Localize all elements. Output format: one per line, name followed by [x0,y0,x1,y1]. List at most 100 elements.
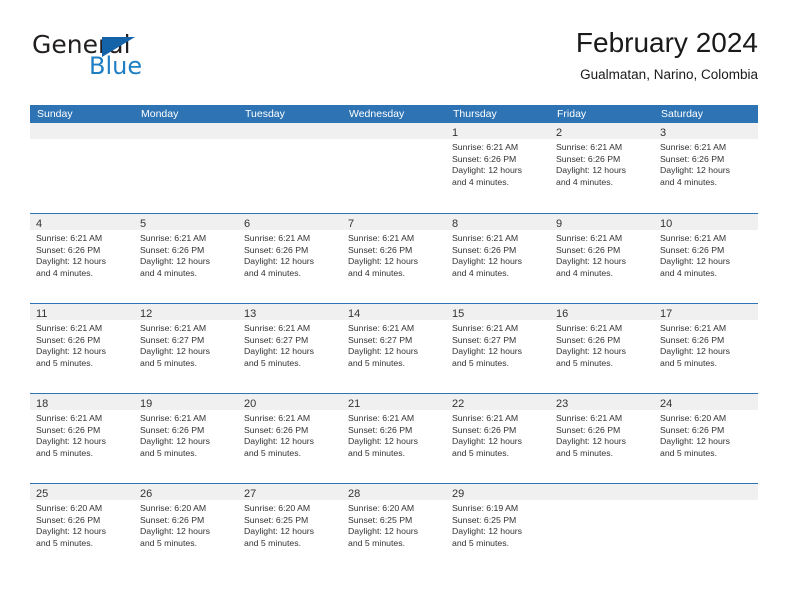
day-cell[interactable]: 4 Sunrise: 6:21 AM Sunset: 6:26 PM Dayli… [30,214,134,303]
day-info: Sunrise: 6:21 AM Sunset: 6:26 PM Dayligh… [30,320,134,369]
day-cell[interactable]: 14 Sunrise: 6:21 AM Sunset: 6:27 PM Dayl… [342,304,446,393]
day-cell[interactable]: 11 Sunrise: 6:21 AM Sunset: 6:26 PM Dayl… [30,304,134,393]
day-cell[interactable] [134,123,238,213]
day-cell[interactable]: 9 Sunrise: 6:21 AM Sunset: 6:26 PM Dayli… [550,214,654,303]
sunrise-text: Sunrise: 6:21 AM [140,323,207,333]
day-cell[interactable]: 10 Sunrise: 6:21 AM Sunset: 6:26 PM Dayl… [654,214,758,303]
sunset-text: Sunset: 6:26 PM [36,334,101,345]
daylight-text: Daylight: 12 hours [660,436,731,447]
sunrise-text: Sunrise: 6:21 AM [452,323,519,333]
day-cell[interactable]: 18 Sunrise: 6:21 AM Sunset: 6:26 PM Dayl… [30,394,134,483]
day-cell[interactable]: 7 Sunrise: 6:21 AM Sunset: 6:26 PM Dayli… [342,214,446,303]
daylight-text-cont: and 5 minutes. [452,537,509,548]
weekday-header-tuesday: Tuesday [245,108,285,120]
day-number: 25 [36,488,49,500]
day-cell[interactable] [654,484,758,573]
day-number-band: 13 [238,304,342,320]
day-number: 21 [348,398,361,410]
sunset-text: Sunset: 6:26 PM [36,514,101,525]
daylight-text-cont: and 4 minutes. [140,267,197,278]
day-info: Sunrise: 6:21 AM Sunset: 6:26 PM Dayligh… [238,230,342,279]
day-cell[interactable]: 26 Sunrise: 6:20 AM Sunset: 6:26 PM Dayl… [134,484,238,573]
daylight-text-cont: and 5 minutes. [452,357,509,368]
daylight-text: Daylight: 12 hours [36,436,107,447]
day-cell[interactable]: 22 Sunrise: 6:21 AM Sunset: 6:26 PM Dayl… [446,394,550,483]
day-cell[interactable]: 12 Sunrise: 6:21 AM Sunset: 6:27 PM Dayl… [134,304,238,393]
day-info: Sunrise: 6:21 AM Sunset: 6:26 PM Dayligh… [446,139,550,188]
day-cell[interactable]: 5 Sunrise: 6:21 AM Sunset: 6:26 PM Dayli… [134,214,238,303]
day-cell[interactable]: 23 Sunrise: 6:21 AM Sunset: 6:26 PM Dayl… [550,394,654,483]
daylight-text: Daylight: 12 hours [36,526,107,537]
daylight-text: Daylight: 12 hours [556,165,627,176]
sunrise-text: Sunrise: 6:21 AM [556,233,623,243]
sunset-text: Sunset: 6:25 PM [348,514,413,525]
week-row: 1 Sunrise: 6:21 AM Sunset: 6:26 PM Dayli… [30,123,758,213]
daylight-text: Daylight: 12 hours [660,256,731,267]
day-number-band: 23 [550,394,654,410]
sunrise-text: Sunrise: 6:21 AM [348,413,415,423]
day-number: 19 [140,398,153,410]
day-number-band: 29 [446,484,550,500]
sunrise-text: Sunrise: 6:21 AM [452,142,519,152]
weekday-header-saturday: Saturday [661,108,704,120]
daylight-text: Daylight: 12 hours [140,346,211,357]
sunset-text: Sunset: 6:27 PM [140,334,205,345]
daylight-text: Daylight: 12 hours [140,436,211,447]
day-info: Sunrise: 6:21 AM Sunset: 6:27 PM Dayligh… [446,320,550,369]
week-row: 4 Sunrise: 6:21 AM Sunset: 6:26 PM Dayli… [30,213,758,303]
weekday-header-wednesday: Wednesday [349,108,405,120]
logo-text-blue: Blue [89,52,143,80]
calendar-page: General Blue February 2024 Gualmatan, Na… [0,0,792,612]
day-number: 7 [348,218,355,230]
day-number-band: 17 [654,304,758,320]
day-cell[interactable]: 17 Sunrise: 6:21 AM Sunset: 6:26 PM Dayl… [654,304,758,393]
day-cell[interactable]: 1 Sunrise: 6:21 AM Sunset: 6:26 PM Dayli… [446,123,550,213]
day-info: Sunrise: 6:21 AM Sunset: 6:26 PM Dayligh… [30,410,134,459]
page-subtitle: Gualmatan, Narino, Colombia [580,67,758,82]
day-cell[interactable]: 21 Sunrise: 6:21 AM Sunset: 6:26 PM Dayl… [342,394,446,483]
day-cell[interactable]: 24 Sunrise: 6:20 AM Sunset: 6:26 PM Dayl… [654,394,758,483]
day-cell[interactable]: 8 Sunrise: 6:21 AM Sunset: 6:26 PM Dayli… [446,214,550,303]
day-cell[interactable]: 13 Sunrise: 6:21 AM Sunset: 6:27 PM Dayl… [238,304,342,393]
daylight-text-cont: and 5 minutes. [140,447,197,458]
day-number: 5 [140,218,147,230]
sunrise-text: Sunrise: 6:21 AM [556,323,623,333]
day-cell[interactable]: 3 Sunrise: 6:21 AM Sunset: 6:26 PM Dayli… [654,123,758,213]
sunset-text: Sunset: 6:26 PM [36,424,101,435]
daylight-text-cont: and 5 minutes. [660,357,717,368]
day-info: Sunrise: 6:21 AM Sunset: 6:26 PM Dayligh… [654,230,758,279]
day-cell[interactable]: 20 Sunrise: 6:21 AM Sunset: 6:26 PM Dayl… [238,394,342,483]
week-row: 25 Sunrise: 6:20 AM Sunset: 6:26 PM Dayl… [30,483,758,573]
day-number: 12 [140,308,153,320]
day-info: Sunrise: 6:21 AM Sunset: 6:27 PM Dayligh… [134,320,238,369]
day-info: Sunrise: 6:21 AM Sunset: 6:26 PM Dayligh… [654,139,758,188]
day-cell[interactable] [550,484,654,573]
day-number: 11 [36,308,48,320]
day-cell[interactable]: 27 Sunrise: 6:20 AM Sunset: 6:25 PM Dayl… [238,484,342,573]
day-cell[interactable]: 28 Sunrise: 6:20 AM Sunset: 6:25 PM Dayl… [342,484,446,573]
sunrise-text: Sunrise: 6:21 AM [36,323,103,333]
day-info: Sunrise: 6:21 AM Sunset: 6:26 PM Dayligh… [446,230,550,279]
day-cell[interactable] [30,123,134,213]
day-cell[interactable]: 19 Sunrise: 6:21 AM Sunset: 6:26 PM Dayl… [134,394,238,483]
weekday-header-monday: Monday [141,108,179,120]
day-number-band: 8 [446,214,550,230]
day-number: 2 [556,127,563,139]
day-info: Sunrise: 6:20 AM Sunset: 6:26 PM Dayligh… [654,410,758,459]
daylight-text-cont: and 4 minutes. [452,176,509,187]
day-cell[interactable]: 6 Sunrise: 6:21 AM Sunset: 6:26 PM Dayli… [238,214,342,303]
week-row: 11 Sunrise: 6:21 AM Sunset: 6:26 PM Dayl… [30,303,758,393]
day-cell[interactable]: 2 Sunrise: 6:21 AM Sunset: 6:26 PM Dayli… [550,123,654,213]
day-cell[interactable]: 16 Sunrise: 6:21 AM Sunset: 6:26 PM Dayl… [550,304,654,393]
daylight-text-cont: and 5 minutes. [244,537,301,548]
day-cell[interactable]: 25 Sunrise: 6:20 AM Sunset: 6:26 PM Dayl… [30,484,134,573]
day-number: 24 [660,398,673,410]
day-cell[interactable]: 29 Sunrise: 6:19 AM Sunset: 6:25 PM Dayl… [446,484,550,573]
day-number-band: 15 [446,304,550,320]
sunrise-text: Sunrise: 6:21 AM [244,413,311,423]
day-cell[interactable] [238,123,342,213]
day-cell[interactable]: 15 Sunrise: 6:21 AM Sunset: 6:27 PM Dayl… [446,304,550,393]
sunset-text: Sunset: 6:26 PM [140,244,205,255]
weekday-header-sunday: Sunday [37,108,73,120]
day-cell[interactable] [342,123,446,213]
